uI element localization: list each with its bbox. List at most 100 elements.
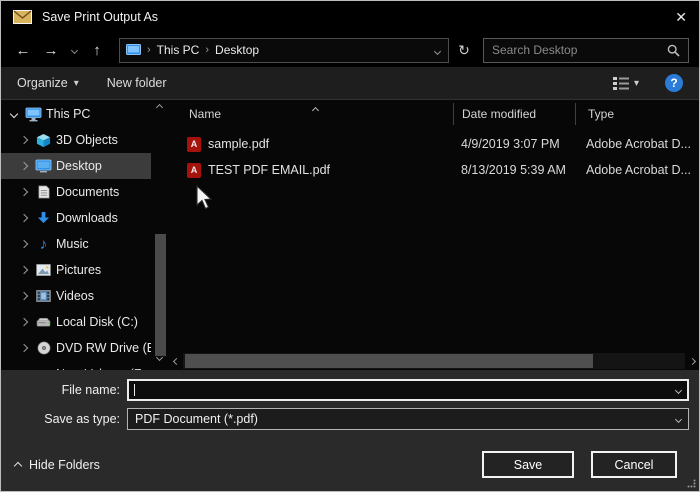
file-name-input[interactable]: [135, 383, 670, 397]
breadcrumb-this-pc[interactable]: This PC: [157, 43, 200, 57]
sidebar-item-label: Videos: [56, 289, 94, 303]
folder-tree-sidebar: This PC 3D Objects Desktop: [1, 100, 169, 370]
scrollbar-track[interactable]: [183, 353, 685, 369]
window-title: Save Print Output As: [42, 10, 158, 24]
scroll-left-icon[interactable]: [169, 359, 183, 364]
downloads-icon: [35, 211, 52, 226]
column-header-name[interactable]: Name: [169, 104, 453, 124]
text-cursor: [134, 384, 135, 396]
chevron-down-icon[interactable]: [7, 111, 21, 117]
horizontal-scrollbar[interactable]: [169, 352, 699, 370]
forward-button[interactable]: →: [39, 42, 63, 59]
column-label: Date modified: [462, 107, 536, 121]
chevron-right-icon[interactable]: [17, 319, 31, 325]
details-view-icon[interactable]: [612, 76, 630, 91]
organize-caret-icon: ▾: [74, 78, 79, 89]
sidebar-item-new-volume[interactable]: New Volume (F:: [1, 361, 151, 370]
refresh-icon[interactable]: ↻: [453, 42, 475, 59]
desktop-icon: [35, 159, 52, 174]
chevron-right-icon[interactable]: [17, 241, 31, 247]
documents-icon: [35, 185, 52, 200]
save-form-panel: File name: Save as type: PDF Document (*…: [1, 370, 699, 444]
sidebar-item-label: Local Disk (C:): [56, 315, 138, 329]
close-icon[interactable]: ✕: [659, 9, 687, 26]
scrollbar-thumb[interactable]: [185, 354, 593, 368]
help-icon[interactable]: ?: [665, 74, 683, 92]
file-list: Name Date modified Type A sample.pdf: [169, 100, 699, 370]
file-row-sample-pdf[interactable]: A sample.pdf 4/9/2019 3:07 PM Adobe Acro…: [169, 131, 699, 157]
sidebar-item-local-disk-c[interactable]: Local Disk (C:): [1, 309, 151, 335]
sidebar-scrollbar[interactable]: [153, 102, 168, 366]
organize-button[interactable]: Organize ▾: [17, 76, 79, 90]
sidebar-item-dvd-drive[interactable]: DVD RW Drive (E: [1, 335, 151, 361]
file-row-test-pdf-email[interactable]: A TEST PDF EMAIL.pdf 8/13/2019 5:39 AM A…: [169, 157, 699, 183]
save-as-type-value: PDF Document (*.pdf): [135, 412, 670, 426]
sidebar-item-label: This PC: [46, 107, 90, 121]
save-as-type-select[interactable]: PDF Document (*.pdf): [127, 408, 689, 430]
search-icon: [667, 44, 680, 57]
column-header-type[interactable]: Type: [576, 104, 699, 124]
mouse-cursor: [194, 184, 214, 212]
this-pc-icon: [25, 107, 42, 122]
file-list-header: Name Date modified Type: [169, 100, 699, 128]
sidebar-item-videos[interactable]: Videos: [1, 283, 151, 309]
back-button[interactable]: ←: [11, 42, 35, 59]
dvd-drive-icon: [35, 341, 52, 356]
address-bar[interactable]: › This PC › Desktop: [119, 38, 449, 63]
chevron-down-icon: [675, 415, 682, 422]
mail-app-icon: [13, 10, 32, 24]
column-label: Name: [189, 107, 221, 121]
sidebar-item-pictures[interactable]: Pictures: [1, 257, 151, 283]
file-name-label: File name:: [1, 383, 127, 397]
sidebar-item-label: Music: [56, 237, 89, 251]
chevron-right-icon[interactable]: [17, 345, 31, 351]
file-name: sample.pdf: [208, 137, 269, 151]
up-button[interactable]: ↑: [85, 42, 109, 59]
file-date: 4/9/2019 3:07 PM: [453, 137, 574, 151]
chevron-right-icon[interactable]: [17, 189, 31, 195]
sidebar-item-this-pc[interactable]: This PC: [1, 101, 151, 127]
title-bar: Save Print Output As ✕: [1, 1, 699, 33]
pdf-file-icon: A: [187, 137, 201, 152]
sidebar-item-desktop[interactable]: Desktop: [1, 153, 151, 179]
navigation-bar: ← → ↑ › This PC › Desktop ↻: [1, 33, 699, 67]
chevron-right-icon[interactable]: [17, 293, 31, 299]
scroll-up-icon[interactable]: [156, 104, 163, 111]
3d-objects-icon: [35, 133, 52, 148]
sidebar-item-label: New Volume (F:: [56, 367, 145, 370]
local-disk-icon: [35, 367, 52, 371]
sidebar-item-music[interactable]: ♪ Music: [1, 231, 151, 257]
sidebar-item-label: Pictures: [56, 263, 101, 277]
chevron-right-icon[interactable]: [17, 267, 31, 273]
chevron-right-icon[interactable]: [17, 163, 31, 169]
cancel-button[interactable]: Cancel: [591, 451, 677, 478]
new-folder-button[interactable]: New folder: [107, 76, 167, 90]
resize-grip[interactable]: [687, 479, 696, 488]
sidebar-item-label: Desktop: [56, 159, 102, 173]
sidebar-item-label: DVD RW Drive (E: [56, 341, 151, 355]
hide-folders-button[interactable]: Hide Folders: [15, 458, 100, 472]
chevron-right-icon[interactable]: [17, 137, 31, 143]
sidebar-item-3d-objects[interactable]: 3D Objects: [1, 127, 151, 153]
sidebar-item-downloads[interactable]: Downloads: [1, 205, 151, 231]
chevron-right-icon[interactable]: [17, 215, 31, 221]
search-input[interactable]: [492, 43, 667, 57]
column-header-date-modified[interactable]: Date modified: [454, 104, 575, 124]
file-name: TEST PDF EMAIL.pdf: [208, 163, 330, 177]
breadcrumb-desktop[interactable]: Desktop: [215, 43, 259, 57]
scrollbar-thumb[interactable]: [155, 234, 166, 356]
sidebar-item-documents[interactable]: Documents: [1, 179, 151, 205]
search-box[interactable]: [483, 38, 689, 63]
videos-icon: [35, 289, 52, 304]
chevron-down-icon[interactable]: [675, 386, 682, 393]
address-dropdown-icon[interactable]: [435, 43, 440, 57]
recent-locations-dropdown[interactable]: [67, 48, 81, 53]
file-name-field-wrap: [127, 379, 689, 401]
view-options-caret-icon[interactable]: ▾: [634, 78, 639, 89]
scroll-right-icon[interactable]: [685, 359, 699, 364]
new-folder-label: New folder: [107, 76, 167, 90]
save-button[interactable]: Save: [482, 451, 574, 478]
sidebar-item-label: Downloads: [56, 211, 118, 225]
sort-ascending-icon: [313, 102, 318, 116]
music-icon: ♪: [35, 237, 52, 252]
